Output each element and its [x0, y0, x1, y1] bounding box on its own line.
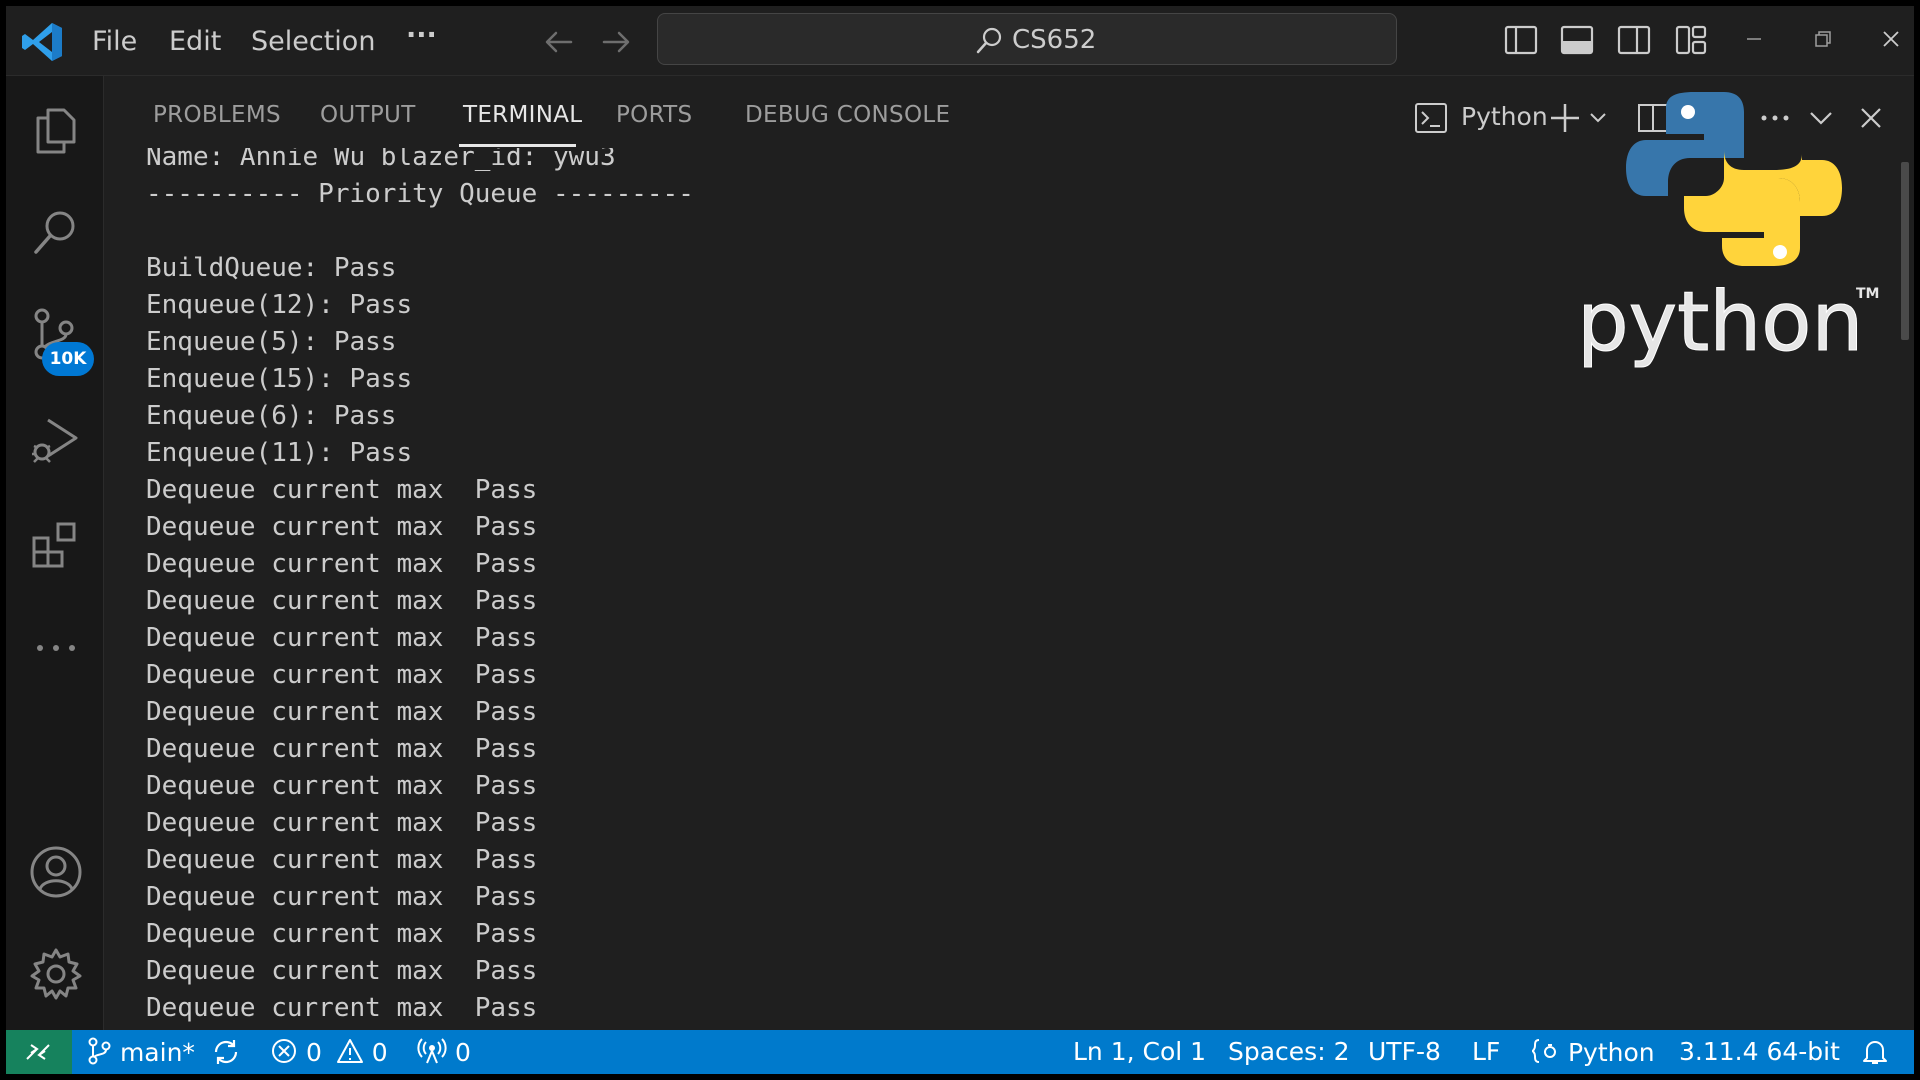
terminal-line: BuildQueue: Pass — [146, 253, 397, 283]
close-window-icon[interactable] — [1876, 24, 1906, 54]
branch-name: main* — [119, 1038, 195, 1067]
more-views-icon[interactable] — [28, 620, 84, 676]
terminal-profile-icon[interactable] — [1414, 98, 1448, 138]
problems-status[interactable]: 0 0 — [270, 1037, 388, 1067]
vscode-window: File Edit Selection ··· CS652 10K PROBLE… — [6, 6, 1914, 1074]
terminal-line: Dequeue current max Pass — [146, 882, 538, 912]
customize-layout-icon[interactable] — [1673, 22, 1709, 58]
forward-arrow-icon[interactable] — [598, 24, 634, 60]
tab-terminal[interactable]: TERMINAL — [463, 102, 582, 128]
terminal-line: Dequeue current max Pass — [146, 771, 538, 801]
terminal-line: Enqueue(6): Pass — [146, 401, 397, 431]
terminal-line: ---------- Priority Queue --------- — [146, 179, 694, 209]
terminal-output[interactable]: Name: Annie Wu blazer_id: ywu3 ----------… — [146, 148, 1646, 1028]
tab-problems[interactable]: PROBLEMS — [153, 102, 281, 128]
terminal-line: Name: Annie Wu blazer_id: ywu3 — [146, 148, 616, 172]
error-icon — [272, 1039, 296, 1063]
toggle-primary-sidebar-icon[interactable] — [1503, 22, 1539, 58]
terminal-line: Dequeue current max Pass — [146, 623, 538, 653]
terminal-line: Dequeue current max Pass — [146, 512, 538, 542]
source-control-badge: 10K — [42, 342, 94, 376]
extensions-icon[interactable] — [28, 516, 84, 572]
language-braces-icon — [1531, 1039, 1556, 1063]
warning-count: 0 — [371, 1038, 388, 1067]
terminal-line: Dequeue current max Pass — [146, 475, 538, 505]
vscode-logo-icon — [22, 23, 62, 61]
language-mode[interactable]: Python — [1530, 1037, 1655, 1067]
remote-indicator[interactable] — [6, 1030, 72, 1074]
search-icon — [976, 27, 1002, 54]
error-count: 0 — [305, 1038, 322, 1067]
git-branch-icon — [88, 1037, 111, 1065]
terminal-line: Enqueue(12): Pass — [146, 290, 413, 320]
language-name: Python — [1567, 1038, 1655, 1067]
command-center-search[interactable]: CS652 — [657, 13, 1397, 65]
menu-edit[interactable]: Edit — [169, 26, 221, 57]
terminal-line: Enqueue(11): Pass — [146, 438, 413, 468]
terminal-line: Enqueue(15): Pass — [146, 364, 413, 394]
terminal-line: Dequeue current max Pass — [146, 660, 538, 690]
branch-status[interactable]: main* — [86, 1037, 195, 1067]
indentation[interactable]: Spaces: 2 — [1228, 1037, 1349, 1066]
terminal-profile-label[interactable]: Python — [1461, 102, 1548, 131]
run-and-debug-icon[interactable] — [28, 412, 84, 468]
notifications-bell-icon[interactable] — [1861, 1038, 1889, 1066]
python-wordmark: python — [1584, 275, 1863, 370]
terminal-scrollbar[interactable] — [1901, 162, 1909, 340]
python-logo-overlay: python TM — [1584, 92, 1879, 371]
tab-ports[interactable]: PORTS — [616, 102, 692, 128]
new-terminal-plus-icon[interactable] — [1548, 98, 1582, 138]
settings-gear-icon[interactable] — [28, 946, 84, 1002]
terminal-line: Dequeue current max Pass — [146, 549, 538, 579]
back-arrow-icon[interactable] — [541, 24, 577, 60]
status-bar: main* 0 0 0 Ln 1, Col 1 Spaces: 2 UTF-8 … — [6, 1030, 1914, 1074]
end-of-line[interactable]: LF — [1472, 1037, 1500, 1066]
menu-file[interactable]: File — [92, 26, 137, 57]
terminal-line: Enqueue(5): Pass — [146, 327, 397, 357]
restore-icon[interactable] — [1808, 24, 1838, 54]
terminal-line: Dequeue current max Pass — [146, 734, 538, 764]
python-trademark: TM — [1856, 286, 1879, 302]
python-interpreter[interactable]: 3.11.4 64-bit — [1679, 1037, 1840, 1066]
tab-debug-console[interactable]: DEBUG CONSOLE — [745, 102, 950, 128]
broadcast-icon — [417, 1038, 447, 1064]
cursor-position[interactable]: Ln 1, Col 1 — [1073, 1037, 1206, 1066]
search-sidebar-icon[interactable] — [28, 204, 84, 260]
minimize-icon[interactable] — [1739, 24, 1769, 54]
encoding[interactable]: UTF-8 — [1368, 1037, 1441, 1066]
sync-icon[interactable] — [211, 1038, 241, 1066]
terminal-line: Dequeue current max Pass — [146, 808, 538, 838]
menu-selection[interactable]: Selection — [251, 26, 375, 57]
explorer-icon[interactable] — [28, 102, 84, 158]
terminal-line: Dequeue current max Pass — [146, 956, 538, 986]
terminal-line: Dequeue current max Pass — [146, 586, 538, 616]
menu-more[interactable]: ··· — [406, 20, 437, 51]
bottom-panel: PROBLEMS OUTPUT TERMINAL PORTS DEBUG CON… — [104, 76, 1914, 1030]
tab-output[interactable]: OUTPUT — [320, 102, 416, 128]
terminal-line: Dequeue current max Pass — [146, 845, 538, 875]
toggle-secondary-sidebar-icon[interactable] — [1616, 22, 1652, 58]
title-bar: File Edit Selection ··· CS652 — [6, 6, 1914, 76]
workspace-name: CS652 — [1012, 25, 1097, 55]
ports-status[interactable]: 0 — [417, 1037, 471, 1067]
terminal-line: Dequeue current max Pass — [146, 919, 538, 949]
terminal-line: Dequeue current max Pass — [146, 697, 538, 727]
accounts-icon[interactable] — [28, 844, 84, 900]
active-tab-indicator — [459, 144, 576, 147]
ports-count: 0 — [454, 1038, 471, 1067]
remote-icon — [26, 1044, 50, 1060]
activity-bar: 10K — [6, 76, 104, 1030]
warning-icon — [336, 1039, 363, 1063]
terminal-line: Dequeue current max Pass — [146, 993, 538, 1023]
toggle-panel-icon[interactable] — [1559, 22, 1595, 58]
